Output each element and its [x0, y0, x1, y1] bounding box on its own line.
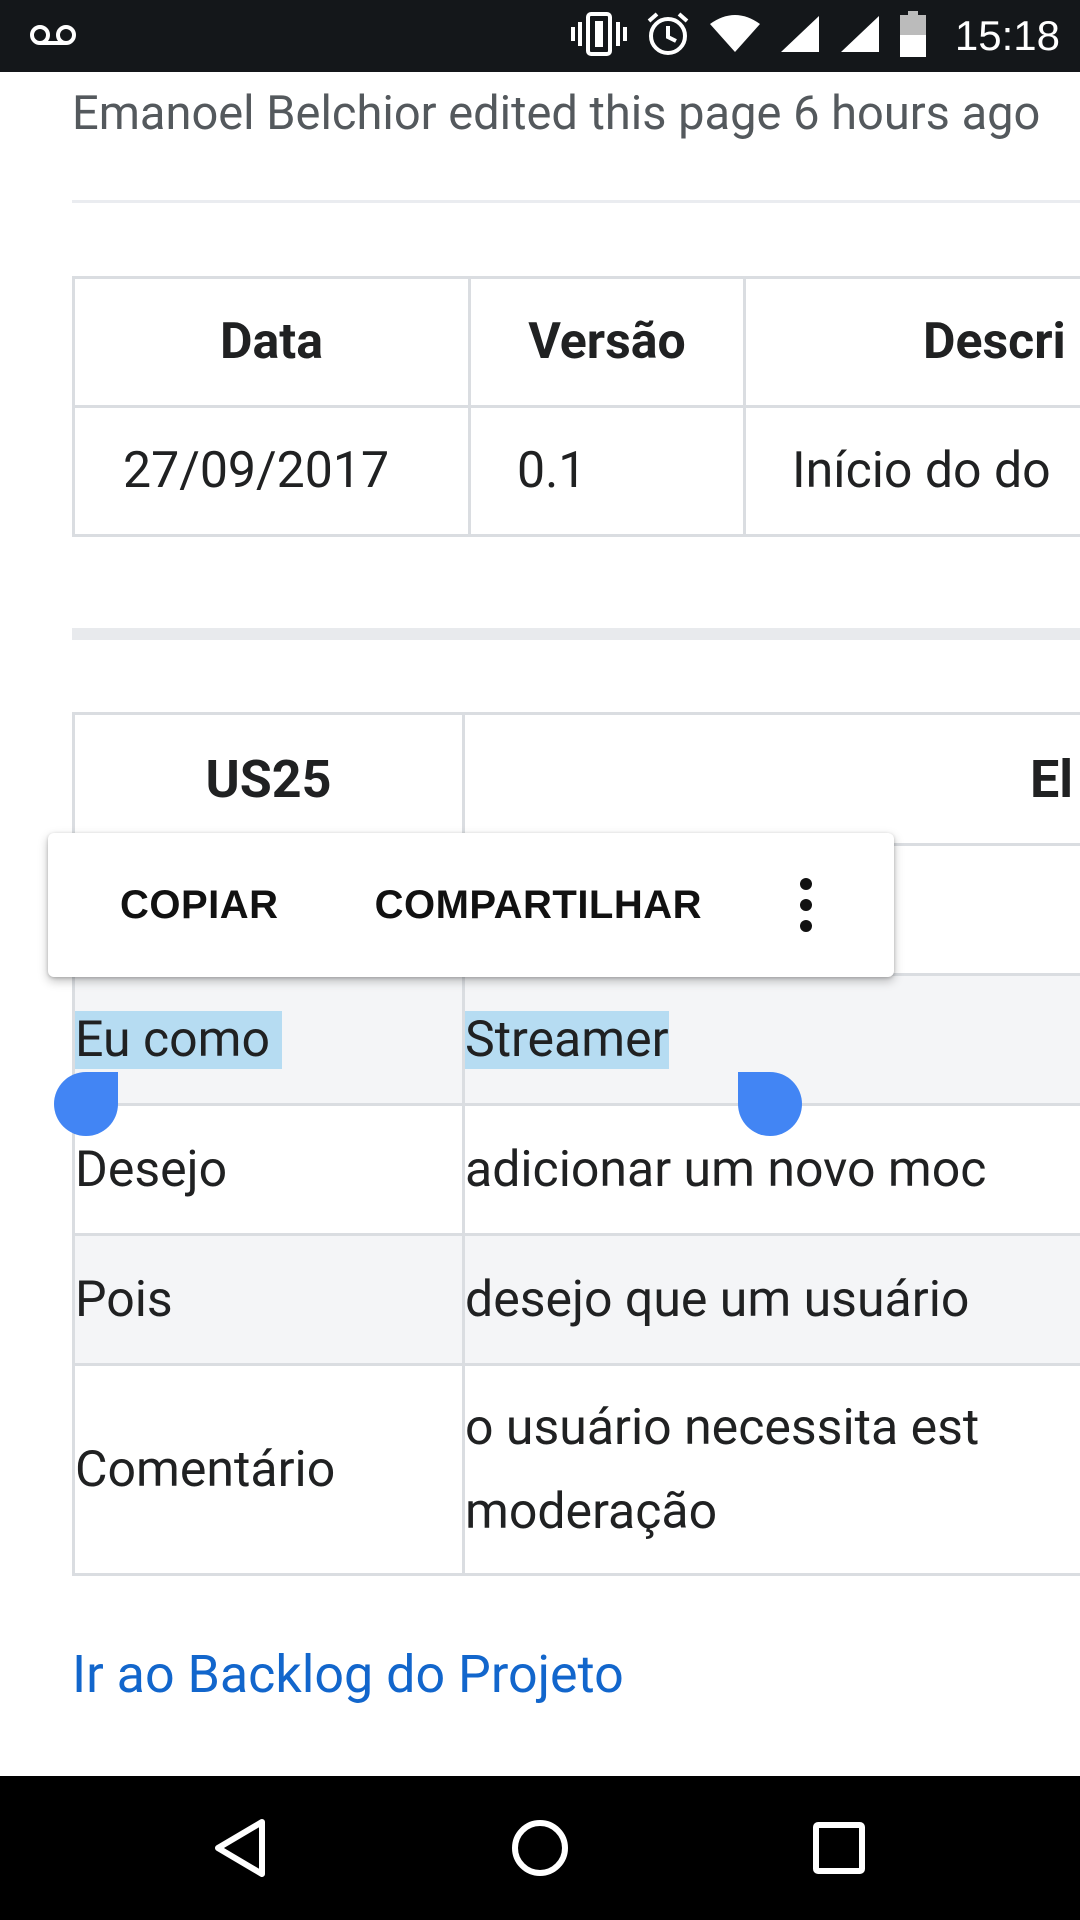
signal-icon — [779, 14, 821, 58]
table-cell: Início do do — [743, 405, 1080, 537]
last-edited-text[interactable]: Emanoel Belchior edited this page 6 hour… — [72, 86, 1040, 141]
selection-handle-start[interactable] — [54, 1072, 118, 1136]
divider — [72, 200, 1080, 203]
table-cell[interactable]: Eu como — [72, 973, 465, 1106]
table-cell: desejo que um usuário — [462, 1233, 1080, 1366]
table-cell: 0.1 — [468, 405, 746, 537]
navigation-bar — [0, 1776, 1080, 1920]
vibrate-icon — [570, 12, 627, 60]
table-header-row: Data Versão Descri — [72, 276, 1080, 408]
signal-icon — [839, 14, 881, 58]
table-cell: Desejo — [72, 1103, 465, 1236]
table-row: Pois desejo que um usuário — [72, 1233, 1080, 1366]
recents-icon[interactable] — [812, 1776, 866, 1920]
table-cell: Comentário — [72, 1363, 465, 1576]
selection-space — [270, 1010, 283, 1069]
table-cell: o usuário necessita est moderação — [462, 1363, 1080, 1576]
history-table: Data Versão Descri 27/09/2017 0.1 Início… — [72, 276, 1080, 537]
table-header-cell: Data — [72, 276, 471, 408]
table-header-cell: Descri — [743, 276, 1080, 408]
text-selection-toolbar: COPIAR COMPARTILHAR — [48, 833, 894, 977]
table-header-row: US25 El — [72, 712, 1080, 846]
battery-icon — [899, 11, 927, 61]
story-id-cell: US25 — [72, 712, 465, 846]
wifi-icon — [709, 14, 761, 58]
backlog-link[interactable]: Ir ao Backlog do Projeto — [72, 1644, 624, 1705]
table-row: Eu como Streamer — [72, 973, 1080, 1106]
selection-handle-end[interactable] — [738, 1072, 802, 1136]
comment-line: moderação — [465, 1482, 718, 1541]
story-title-cell: El — [462, 712, 1080, 846]
table-row: Comentário o usuário necessita est modera… — [72, 1363, 1080, 1576]
table-cell: Pois — [72, 1233, 465, 1366]
table-row: 27/09/2017 0.1 Início do do — [72, 405, 1080, 537]
back-icon[interactable] — [212, 1776, 268, 1920]
table-row: Desejo adicionar um novo moc — [72, 1103, 1080, 1236]
selected-text[interactable]: Streamer — [466, 1010, 669, 1069]
status-time: 15:18 — [954, 12, 1060, 59]
share-button[interactable]: COMPARTILHAR — [375, 883, 702, 928]
more-vert-icon[interactable] — [800, 878, 813, 932]
home-icon[interactable] — [510, 1776, 570, 1920]
comment-line: o usuário necessita est — [465, 1398, 980, 1457]
voicemail-icon — [30, 22, 76, 52]
table-cell: 27/09/2017 — [72, 405, 471, 537]
section-divider — [72, 628, 1080, 640]
status-bar: 15:18 — [0, 0, 1080, 72]
copy-button[interactable]: COPIAR — [120, 883, 279, 928]
selected-text[interactable]: Eu como — [76, 1010, 271, 1069]
table-header-cell: Versão — [468, 276, 746, 408]
alarm-icon — [645, 11, 691, 61]
